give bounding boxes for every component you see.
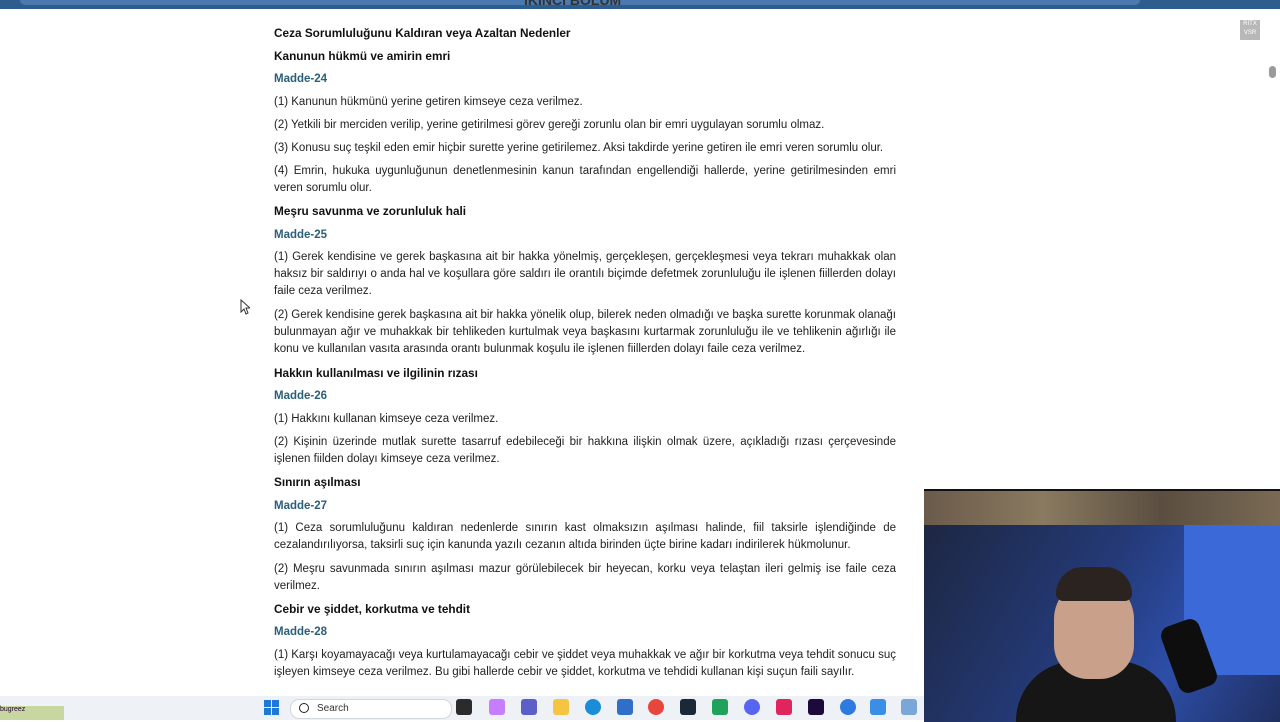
article-heading: Cebir ve şiddet, korkutma ve tehdit bbox=[274, 602, 471, 616]
edge-icon[interactable] bbox=[585, 699, 601, 715]
copilot-icon[interactable] bbox=[489, 699, 505, 715]
paragraph: (2) Yetkili bir merciden verilip, yerine… bbox=[274, 119, 825, 131]
paragraph: (2) Gerek kendisine gerek başkasına ait … bbox=[274, 309, 896, 356]
taskbar-label[interactable]: bugreez bbox=[0, 706, 64, 720]
paragraph: (4) Emrin, hukuka uygunluğunun denetlenm… bbox=[274, 165, 896, 195]
browser-top-bar bbox=[0, 0, 1280, 9]
store-icon[interactable] bbox=[617, 699, 633, 715]
webcam-person-hair bbox=[1056, 567, 1132, 601]
part-title: İKİNCİ BÖLÜM bbox=[524, 0, 622, 8]
webcam-overlay bbox=[924, 489, 1280, 722]
discord-icon[interactable] bbox=[744, 699, 760, 715]
article-heading: Sınırın aşılması bbox=[274, 475, 361, 489]
paragraph: (1) Karşı koyamayacağı veya kurtulamayac… bbox=[274, 649, 896, 679]
app-icon[interactable] bbox=[901, 699, 917, 715]
paragraph: (1) Hakkını kullanan kimseye ceza verilm… bbox=[274, 413, 499, 425]
paragraph: (1) Ceza sorumluluğunu kaldıran nedenler… bbox=[274, 522, 896, 552]
paragraph: (1) Kanunun hükmünü yerine getiren kimse… bbox=[274, 96, 583, 108]
taskbar-search[interactable]: Search bbox=[290, 699, 452, 719]
paragraph: (2) Meşru savunmada sınırın aşılması maz… bbox=[274, 563, 896, 593]
article-number: Madde-24 bbox=[274, 73, 328, 85]
paragraph: (3) Konusu suç teşkil eden emir hiçbir s… bbox=[274, 142, 884, 154]
section-title: Ceza Sorumluluğunu Kaldıran veya Azaltan… bbox=[274, 26, 571, 40]
search-label: Search bbox=[317, 703, 349, 714]
premiere-icon[interactable] bbox=[808, 699, 824, 715]
article-number: Madde-26 bbox=[274, 390, 328, 402]
paragraph: (2) Kişinin üzerinde mutlak surette tasa… bbox=[274, 436, 896, 466]
app-icon[interactable] bbox=[712, 699, 728, 715]
steam-icon[interactable] bbox=[680, 699, 696, 715]
webcam-shelf bbox=[924, 491, 1280, 525]
article-number: Madde-27 bbox=[274, 500, 328, 512]
article-number: Madde-28 bbox=[274, 626, 328, 638]
mouse-cursor-icon bbox=[240, 299, 250, 315]
app-icon[interactable] bbox=[840, 699, 856, 715]
article-heading: Meşru savunma ve zorunluluk hali bbox=[274, 204, 467, 218]
article-heading: Hakkın kullanılması ve ilgilinin rızası bbox=[274, 366, 478, 380]
article-heading: Kanunun hükmü ve amirin emri bbox=[274, 49, 451, 63]
task-view-icon[interactable] bbox=[456, 699, 472, 715]
extension-badge-icon[interactable]: RITX VSR bbox=[1240, 20, 1260, 40]
app-icon[interactable] bbox=[870, 699, 886, 715]
search-icon bbox=[299, 703, 309, 713]
chrome-icon[interactable] bbox=[648, 699, 664, 715]
file-explorer-icon[interactable] bbox=[553, 699, 569, 715]
app-icon[interactable] bbox=[776, 699, 792, 715]
article-number: Madde-25 bbox=[274, 229, 328, 241]
scrollbar-thumb[interactable] bbox=[1269, 66, 1276, 78]
paragraph: (1) Gerek kendisine ve gerek başkasına a… bbox=[274, 251, 896, 298]
teams-icon[interactable] bbox=[521, 699, 537, 715]
windows-start-icon[interactable] bbox=[264, 700, 280, 716]
